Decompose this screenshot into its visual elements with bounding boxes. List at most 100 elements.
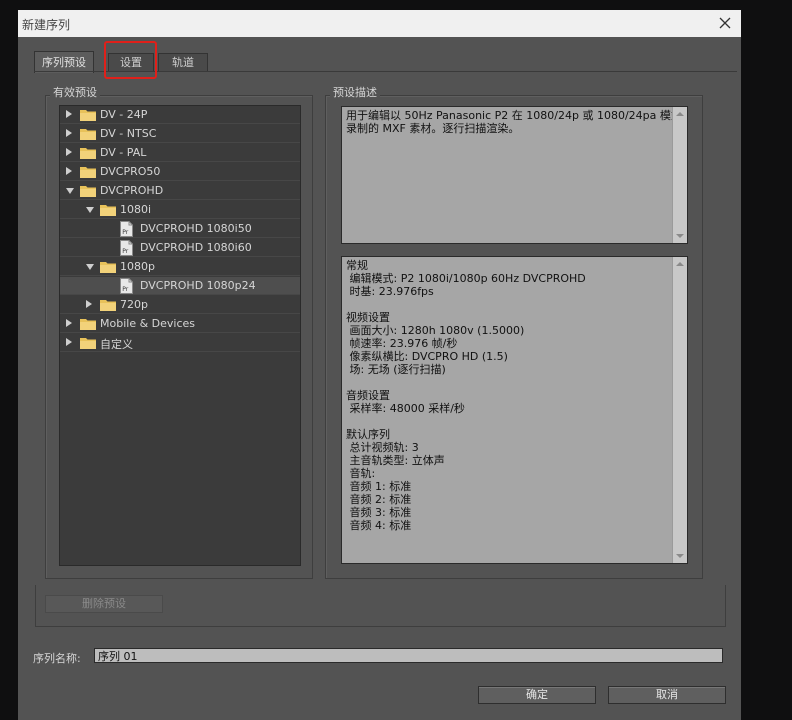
tree-item-label: DV - 24P [100,108,148,121]
folder-icon [80,110,96,121]
tree-folder-item[interactable]: 1080i [60,201,300,219]
tree-folder-item[interactable]: 720p [60,296,300,314]
sequence-name-label: 序列名称: [33,652,81,665]
bottom-group [35,585,726,627]
file-icon-text: Pr [122,286,129,293]
scroll-down-arrow-icon[interactable] [676,554,684,558]
premiere-file-icon: Pr [120,240,133,256]
detail-line: 音频 3: 标准 [346,506,412,519]
preset-summary-box[interactable]: 用于编辑以 50Hz Panasonic P2 在 1080/24p 或 108… [341,106,688,244]
detail-line [346,298,586,311]
detail-line: 常规 [346,259,368,272]
detail-line [346,415,586,428]
folder-icon [80,148,96,159]
expand-arrow-icon[interactable] [66,129,72,137]
detail-line: 编辑模式: P2 1080i/1080p 60Hz DVCPROHD [346,272,586,285]
expand-arrow-icon[interactable] [66,148,72,156]
detail-line: 场: 无场 (逐行扫描) [346,363,446,376]
tab-tracks-label: 轨道 [172,56,194,69]
folder-icon [80,319,96,330]
tree-item-label: 1080i [120,203,152,216]
expand-arrow-icon[interactable] [66,338,72,346]
detail-line: 音轨: [346,467,376,480]
collapse-arrow-icon[interactable] [86,264,94,270]
ok-button[interactable]: 确定 [478,686,596,704]
detail-line: 主音轨类型: 立体声 [346,454,445,467]
summary-line: 录制的 MXF 素材。逐行扫描渲染。 [346,122,520,135]
detail-line [346,376,586,389]
details-scrollbar[interactable] [672,257,687,563]
detail-line: 音频设置 [346,389,390,402]
tree-folder-item[interactable]: DVCPRO50 [60,163,300,181]
folder-icon [100,262,116,273]
window-title: 新建序列 [22,18,71,32]
tree-folder-item[interactable]: DV - PAL [60,144,300,162]
detail-line: 采样率: 48000 采样/秒 [346,402,465,415]
detail-line: 默认序列 [346,428,390,441]
detail-line: 音频 1: 标准 [346,480,412,493]
new-sequence-dialog: 新建序列 序列预设 设置 轨道 有效预设 DV - 24P DV - NTSC DV… [18,10,741,720]
tree-folder-item[interactable]: DV - 24P [60,106,300,124]
tree-item-label: Mobile & Devices [100,317,196,330]
folder-icon [100,205,116,216]
folder-icon [80,338,96,349]
detail-line: 视频设置 [346,311,390,324]
expand-arrow-icon[interactable] [66,167,72,175]
preset-tree[interactable]: DV - 24P DV - NTSC DV - PAL DVCPRO50 DVCPROH… [59,105,301,566]
tree-folder-item[interactable]: DVCPROHD [60,182,300,200]
tree-item-label: 自定义 [100,338,133,351]
tree-folder-item[interactable]: 1080p [60,258,300,276]
tree-folder-item[interactable]: DV - NTSC [60,125,300,143]
sequence-name-input[interactable]: 序列 01 [94,648,723,663]
detail-line: 画面大小: 1280h 1080v (1.5000) [346,324,525,337]
detail-line: 音频 2: 标准 [346,493,412,506]
preset-summary-text: 用于编辑以 50Hz Panasonic P2 在 1080/24p 或 108… [346,109,682,135]
preset-details-text: 常规 编辑模式: P2 1080i/1080p 60Hz DVCPROHD 时基… [346,259,586,532]
tree-folder-item[interactable]: 自定义 [60,334,300,352]
ok-button-label: 确定 [526,688,548,701]
title-bar: 新建序列 [18,10,741,37]
preset-details-box[interactable]: 常规 编辑模式: P2 1080i/1080p 60Hz DVCPROHD 时基… [341,256,688,564]
scroll-up-arrow-icon[interactable] [676,262,684,266]
collapse-arrow-icon[interactable] [66,188,74,194]
summary-scrollbar[interactable] [672,107,687,243]
collapse-arrow-icon[interactable] [86,207,94,213]
tab-tracks[interactable]: 轨道 [158,53,208,72]
tab-sequence-presets-label: 序列预设 [42,56,86,69]
expand-arrow-icon[interactable] [66,319,72,327]
highlight-box [104,41,157,79]
close-icon[interactable] [716,14,734,32]
tree-preset-item[interactable]: Pr DVCPROHD 1080i60 [60,239,300,257]
description-group-title: 预设描述 [330,84,380,100]
summary-line: 用于编辑以 50Hz Panasonic P2 在 1080/24p 或 108… [346,109,682,122]
folder-icon [80,167,96,178]
tree-item-label: 1080p [120,260,155,273]
cancel-button[interactable]: 取消 [608,686,726,704]
tree-item-label: DVCPRO50 [100,165,161,178]
premiere-file-icon: Pr [120,278,133,294]
scroll-down-arrow-icon[interactable] [676,234,684,238]
tree-preset-item[interactable]: Pr DVCPROHD 1080i50 [60,220,300,238]
tree-item-label: DVCPROHD 1080i50 [140,222,252,235]
detail-line: 像素纵横比: DVCPRO HD (1.5) [346,350,508,363]
tree-folder-item[interactable]: Mobile & Devices [60,315,300,333]
expand-arrow-icon[interactable] [86,300,92,308]
tree-item-label: DVCPROHD 1080i60 [140,241,252,254]
scroll-up-arrow-icon[interactable] [676,112,684,116]
tree-item-label: DV - PAL [100,146,147,159]
file-icon-text: Pr [122,229,129,236]
detail-line: 总计视频轨: 3 [346,441,419,454]
tree-item-label: DVCPROHD [100,184,164,197]
expand-arrow-icon[interactable] [66,110,72,118]
detail-line: 帧速率: 23.976 帧/秒 [346,337,458,350]
cancel-button-label: 取消 [656,688,678,701]
tree-preset-item[interactable]: Pr DVCPROHD 1080p24 [60,277,300,295]
folder-icon [80,186,96,197]
folder-icon [80,129,96,140]
folder-icon [100,300,116,311]
premiere-file-icon: Pr [120,221,133,237]
tree-item-label: DV - NTSC [100,127,157,140]
detail-line: 音频 4: 标准 [346,519,412,532]
file-icon-text: Pr [122,248,129,255]
tab-sequence-presets[interactable]: 序列预设 [34,51,94,73]
